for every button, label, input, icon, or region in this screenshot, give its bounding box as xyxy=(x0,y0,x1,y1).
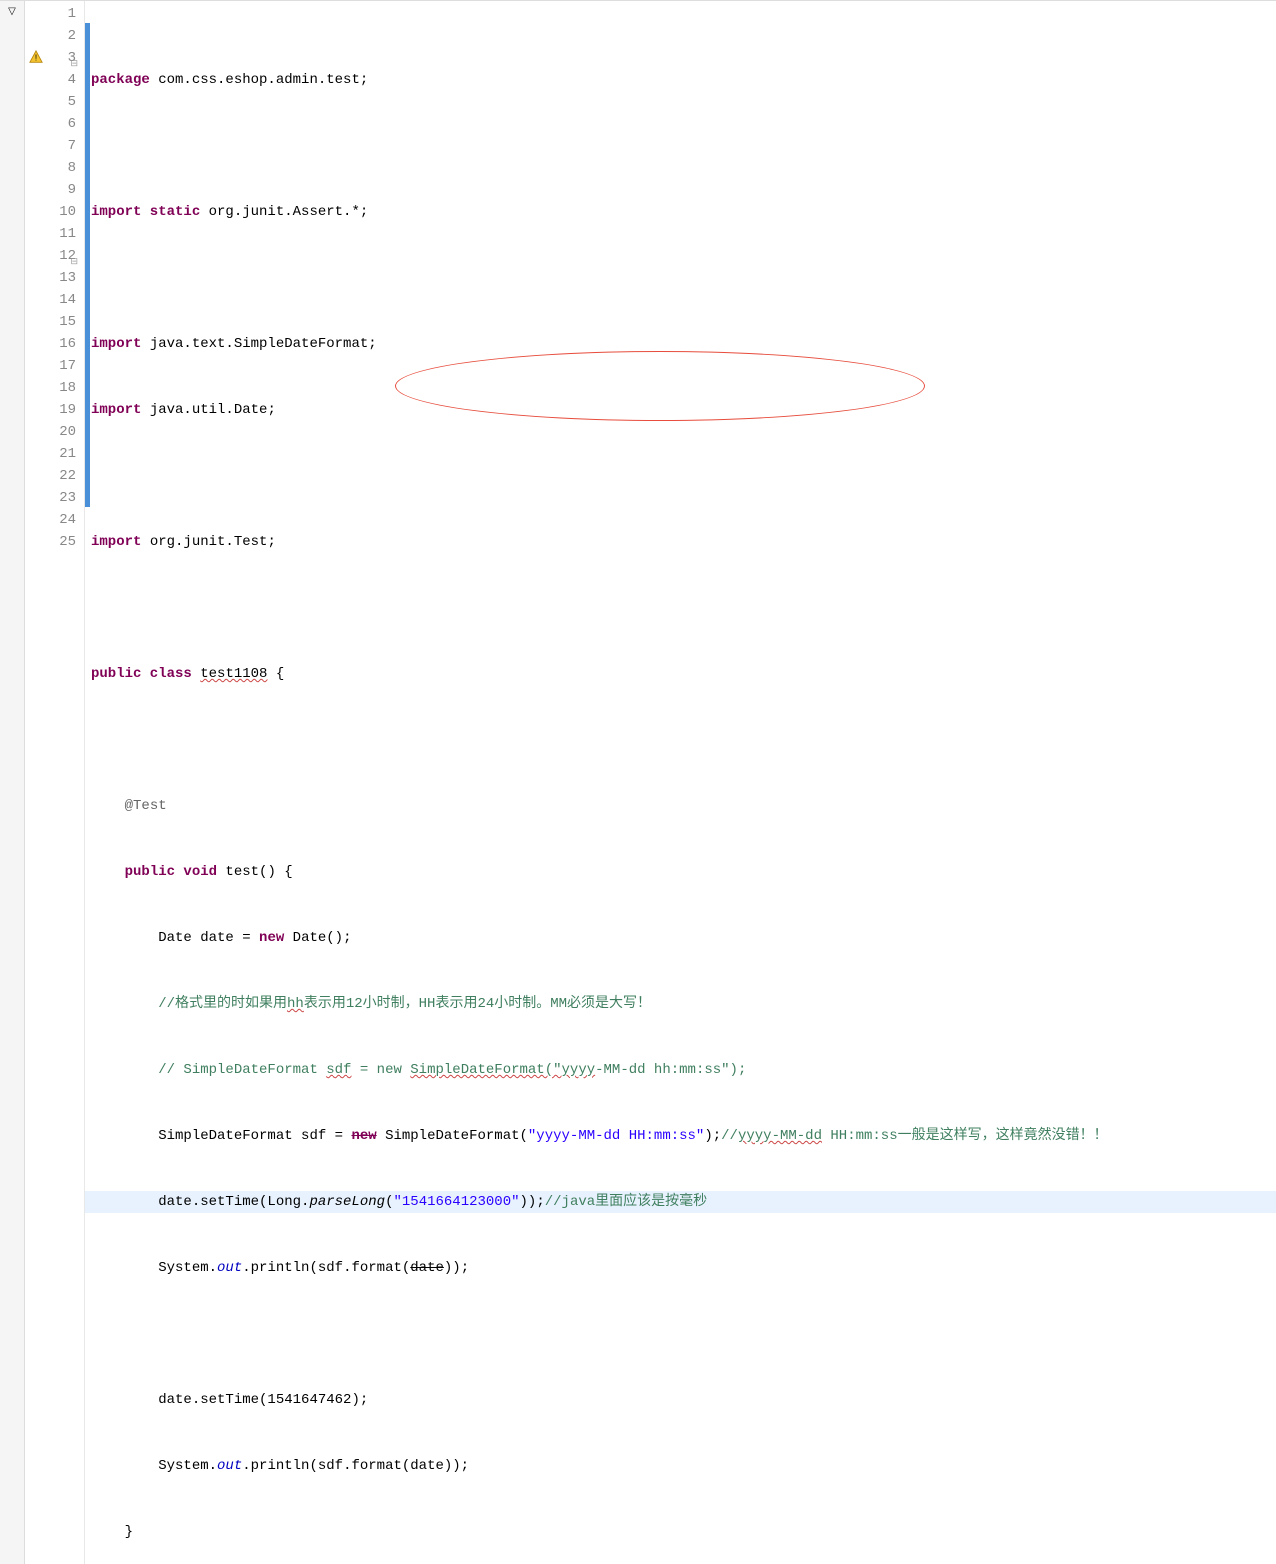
svg-text:!: ! xyxy=(33,54,38,64)
line-gutter: 1 2 !3⊟ 4 5 6 7 8 9 10 11 12⊟ 13 14 15 1… xyxy=(25,1,85,1564)
warning-icon: ! xyxy=(29,50,43,64)
collapse-arrow-icon[interactable]: ▽ xyxy=(8,6,16,18)
code-text-area[interactable]: package com.css.eshop.admin.test; import… xyxy=(85,1,1276,1564)
left-collapsed-panel: ▽ xyxy=(0,1,25,1564)
code-editor[interactable]: 1 2 !3⊟ 4 5 6 7 8 9 10 11 12⊟ 13 14 15 1… xyxy=(25,1,1276,1564)
